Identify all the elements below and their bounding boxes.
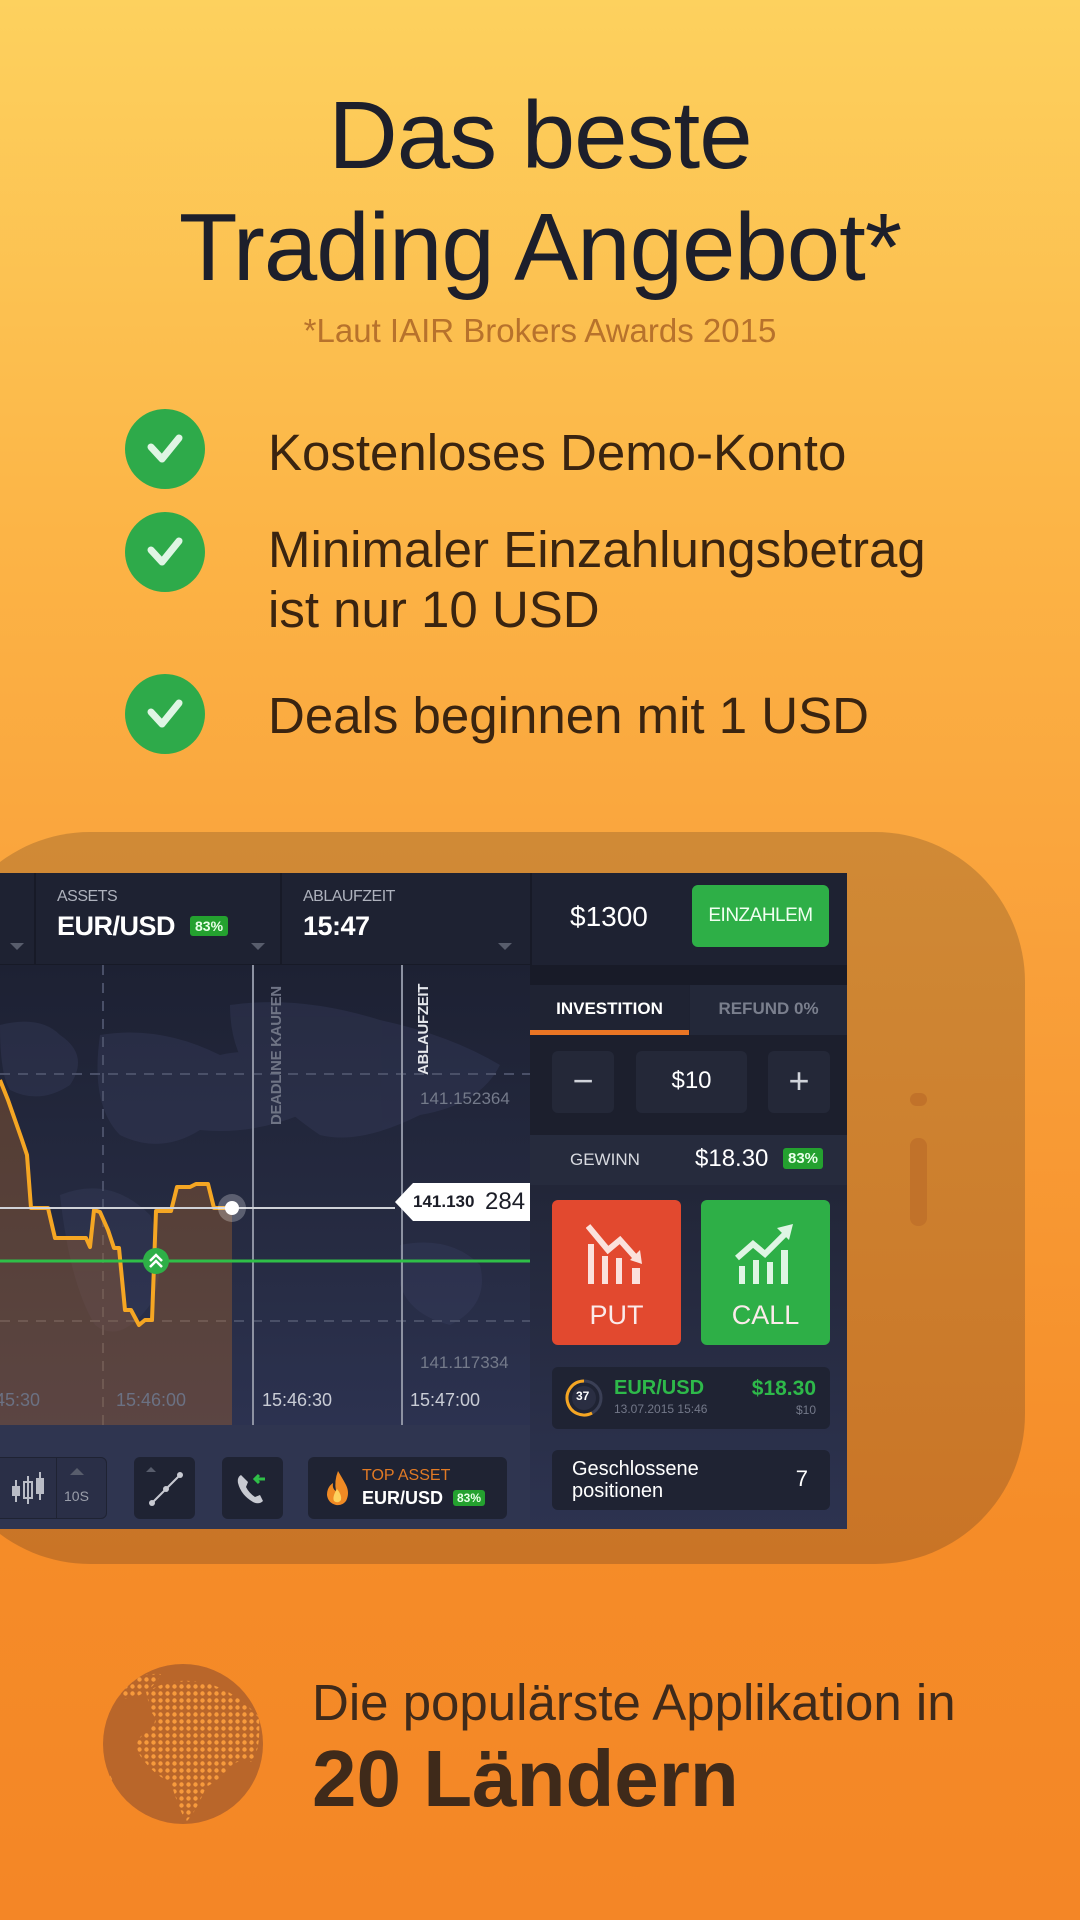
put-label: PUT xyxy=(589,1300,644,1330)
chart-up-icon xyxy=(735,1224,793,1284)
time-axis-label: 15:45:30 xyxy=(0,1390,41,1410)
time-axis-label: 15:46:30 xyxy=(262,1390,333,1410)
divider xyxy=(280,873,282,965)
assets-label: ASSETS xyxy=(57,888,118,905)
check-icon xyxy=(125,674,205,754)
check-icon xyxy=(125,409,205,489)
candlestick-icon[interactable] xyxy=(11,1470,47,1515)
payout-badge: 83% xyxy=(190,916,229,936)
countries-text: 20 Ländern xyxy=(312,1734,739,1823)
increase-button[interactable]: + xyxy=(768,1051,830,1113)
feature-text: Deals beginnen mit 1 USD xyxy=(268,687,869,744)
deadline-label: DEADLINE KAUFEN xyxy=(268,986,285,1125)
feature-text: Kostenloses Demo-Konto xyxy=(268,424,847,481)
headline-line-2: Trading Angebot* xyxy=(178,194,902,301)
globe-icon xyxy=(103,1664,263,1824)
price-prefix: 141.130 xyxy=(413,1192,475,1211)
top-asset-value: EUR/USD xyxy=(362,1488,444,1508)
price-axis-label: 141.117334 xyxy=(420,1353,509,1372)
profit-value: $18.30 xyxy=(695,1145,769,1172)
phone-callback-icon xyxy=(237,1473,265,1504)
expiry-vertical-label: ABLAUFZEIT xyxy=(415,983,432,1075)
timer-value: 37 xyxy=(576,1389,590,1403)
interval-label[interactable]: 10S xyxy=(64,1488,89,1504)
callback-button[interactable] xyxy=(222,1457,283,1519)
deposit-button[interactable]: EINZAHLEM xyxy=(692,885,829,947)
top-asset-label: TOP ASSET xyxy=(362,1467,451,1484)
profit-label: GEWINN xyxy=(570,1150,640,1169)
time-axis-label: 15:46:00 xyxy=(116,1390,187,1410)
feature-text-line-2: ist nur 10 USD xyxy=(268,581,600,638)
position-datetime: 13.07.2015 15:46 xyxy=(614,1402,708,1416)
chevron-down-icon xyxy=(251,943,265,950)
call-button[interactable]: CALL xyxy=(701,1200,830,1345)
closed-positions-label-2: positionen xyxy=(572,1480,664,1502)
price-suffix: 284 xyxy=(485,1188,526,1215)
drawing-tool-button[interactable] xyxy=(134,1457,195,1519)
chevron-up-icon[interactable] xyxy=(70,1468,84,1475)
chart-type-group: 10S xyxy=(0,1457,107,1519)
closed-positions-count: 7 xyxy=(795,1466,808,1491)
flame-icon xyxy=(327,1471,348,1506)
award-footnote: *Laut IAIR Brokers Awards 2015 xyxy=(303,312,777,349)
chart-down-icon xyxy=(586,1224,642,1284)
chevron-down-icon[interactable] xyxy=(10,943,24,950)
trendline-icon xyxy=(149,1472,183,1506)
divider xyxy=(34,873,36,965)
feature-text-line-1: Minimaler Einzahlungsbetrag xyxy=(268,521,926,578)
asset-value: EUR/USD xyxy=(57,911,176,941)
payout-badge: 83% xyxy=(783,1148,824,1169)
phone-speaker xyxy=(910,1138,927,1226)
bottom-toolbar: 10S TOP ASSET EUR/USD 83% xyxy=(0,1425,530,1529)
tabs-spacer xyxy=(530,965,847,985)
chevron-down-icon xyxy=(498,943,512,950)
tab-refund[interactable]: REFUND 0% xyxy=(690,985,847,1035)
current-point xyxy=(225,1201,239,1215)
expiry-label: ABLAUFZEIT xyxy=(303,888,395,905)
position-stake: $10 xyxy=(795,1403,816,1417)
time-axis-label: 15:47:00 xyxy=(410,1390,481,1410)
closed-positions-label-1: Geschlossene xyxy=(572,1458,699,1480)
headline-line-1: Das beste xyxy=(328,82,752,189)
payout-badge: 83% xyxy=(453,1490,486,1506)
check-icon xyxy=(125,512,205,592)
position-asset: EUR/USD xyxy=(614,1377,705,1399)
profit-row: GEWINN $18.30 83% xyxy=(530,1135,847,1185)
current-price-tag: 141.130 284 xyxy=(395,1183,530,1221)
headline: Das beste Trading Angebot* xyxy=(0,80,1080,304)
amount-input[interactable]: $10 xyxy=(636,1051,747,1113)
position-payout: $18.30 xyxy=(751,1377,816,1400)
top-bar: ASSETS EUR/USD 83% ABLAUFZEIT 15:47 xyxy=(0,873,530,965)
price-area xyxy=(0,1080,232,1425)
tab-investition[interactable]: INVESTITION xyxy=(530,985,689,1035)
expiry-value: 15:47 xyxy=(303,911,370,941)
call-label: CALL xyxy=(731,1300,800,1330)
phone-camera xyxy=(910,1093,927,1106)
open-position-card[interactable]: 37 EUR/USD 13.07.2015 15:46 $18.30 $10 xyxy=(552,1367,830,1429)
decrease-button[interactable]: − xyxy=(552,1051,614,1113)
popularity-text: Die populärste Applikation in xyxy=(312,1674,956,1731)
put-button[interactable]: PUT xyxy=(552,1200,681,1345)
balance: $1300 xyxy=(570,901,648,932)
price-axis-label: 141.152364 xyxy=(420,1089,510,1108)
top-asset-button[interactable]: TOP ASSET EUR/USD 83% xyxy=(308,1457,507,1519)
closed-positions-card[interactable]: Geschlossene positionen 7 xyxy=(552,1450,830,1510)
